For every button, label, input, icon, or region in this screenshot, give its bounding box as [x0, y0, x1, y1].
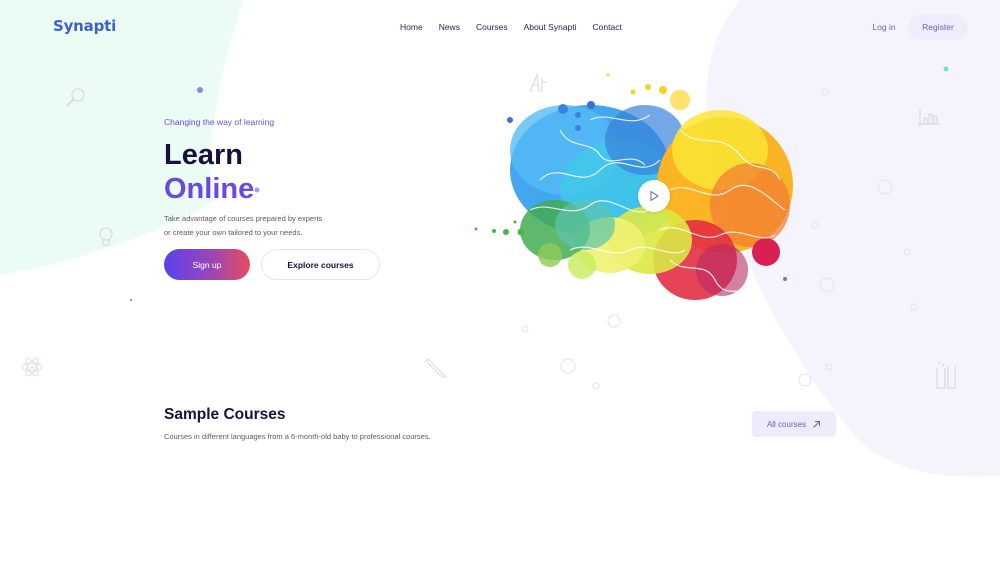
hero-description: Take advantage of courses prepared by ex…	[164, 212, 380, 239]
pencil-icon	[425, 358, 448, 378]
login-link[interactable]: Log in	[868, 22, 900, 32]
register-button[interactable]: Register	[908, 14, 968, 40]
sign-up-button[interactable]: Sign up	[164, 249, 250, 280]
section-title: Sample Courses	[164, 406, 286, 423]
nav-item-contact[interactable]: Contact	[593, 22, 622, 32]
nav-item-courses[interactable]: Courses	[476, 22, 508, 32]
hero-description-line1: Take advantage of courses prepared by ex…	[164, 214, 323, 223]
play-icon	[650, 190, 659, 202]
hero-actions: Sign up Explore courses	[164, 249, 380, 280]
auth-links: Log in Register	[868, 14, 968, 40]
section-subtitle: Courses in different languages from a 6-…	[164, 432, 431, 441]
top-navigation: Synapti Home News Courses About Synapti …	[0, 0, 1000, 55]
play-video-button[interactable]	[638, 180, 670, 212]
sample-courses-section: Sample Courses Courses in different lang…	[164, 406, 431, 441]
all-courses-label: All courses	[766, 419, 807, 429]
hero-tagline: Changing the way of learning	[164, 117, 275, 127]
bar-chart-icon	[918, 109, 940, 126]
logo[interactable]: Synapti	[53, 17, 116, 35]
hero-section: Changing the way of learning Learn Onlin…	[164, 117, 380, 280]
nav-item-home[interactable]: Home	[400, 22, 423, 32]
atom-icon	[21, 357, 43, 377]
test-tubes-icon	[936, 362, 956, 389]
lightbulb-icon	[99, 227, 113, 246]
hero-description-line2: or create your own tailored to your need…	[164, 227, 303, 237]
hero-title-line1: Learn	[164, 139, 243, 171]
nav-item-news[interactable]: News	[439, 22, 460, 32]
main-menu: Home News Courses About Synapti Contact	[400, 22, 638, 32]
all-courses-button[interactable]: All courses	[752, 411, 836, 437]
magnifier-icon	[66, 88, 85, 107]
explore-courses-button[interactable]: Explore courses	[261, 249, 380, 280]
nav-item-about[interactable]: About Synapti	[524, 22, 577, 32]
hero-title-line2: Online	[164, 173, 255, 205]
arrow-up-right-icon	[813, 420, 821, 428]
